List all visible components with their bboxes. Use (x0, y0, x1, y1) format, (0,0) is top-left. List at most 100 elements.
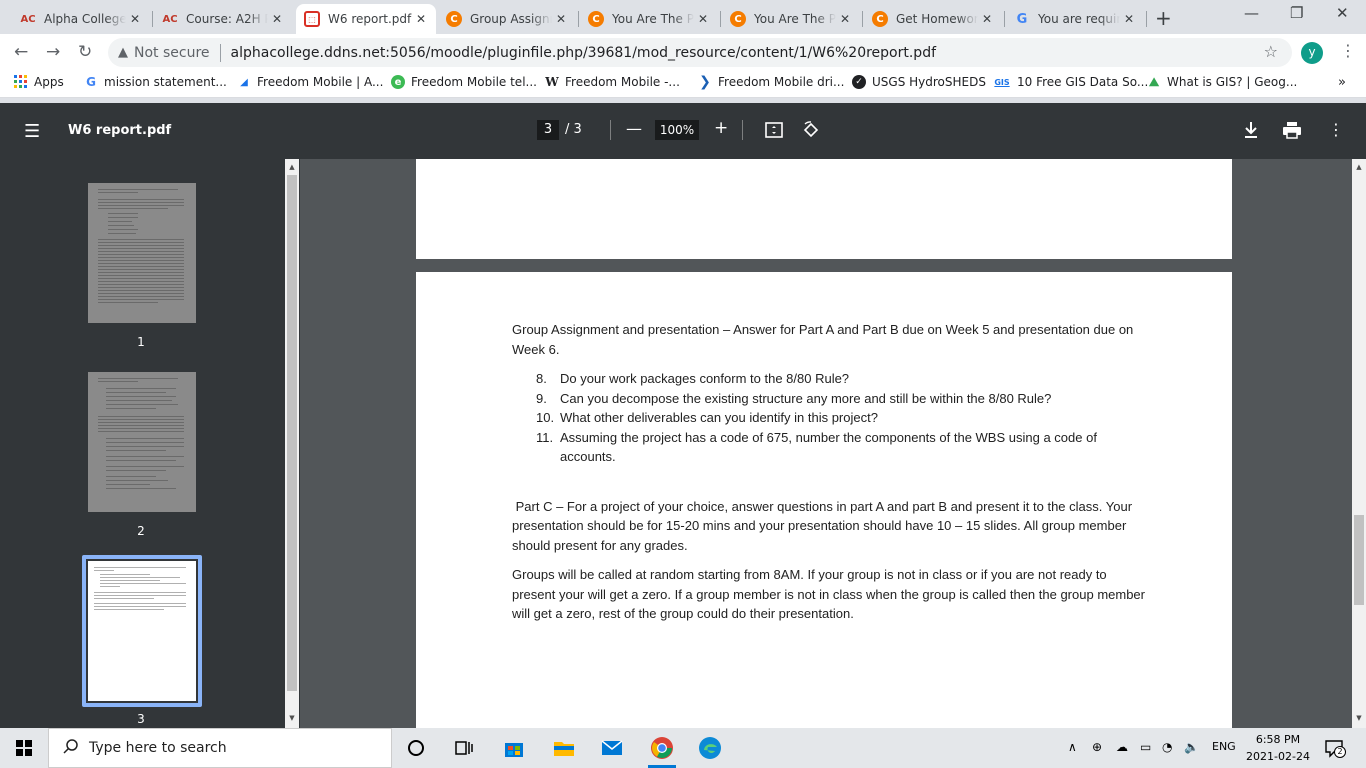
warning-icon[interactable]: ▲ (118, 45, 128, 60)
battery-icon[interactable]: ▭ (1140, 740, 1151, 754)
back-icon[interactable]: ← (14, 42, 28, 62)
reload-icon[interactable]: ↻ (78, 42, 92, 62)
sidebar-scrollbar[interactable]: ▲ ▼ (285, 159, 299, 728)
page-thumbnail[interactable] (88, 183, 196, 323)
tab-get-homework[interactable]: C Get Homework ✕ (864, 4, 1002, 34)
scroll-down-icon[interactable]: ▼ (287, 714, 297, 722)
language-indicator[interactable]: ENG (1212, 740, 1236, 753)
tab-title: Course: A2H Pr (186, 12, 268, 26)
bookmark-freedom-mobile-dri[interactable]: ❯ Freedom Mobile dri... (698, 74, 845, 90)
fit-to-page-icon[interactable] (764, 120, 784, 140)
tab-you-are-required[interactable]: G You are require ✕ (1006, 4, 1144, 34)
tab-course[interactable]: AC Course: A2H Pr ✕ (154, 4, 292, 34)
new-tab-button[interactable]: + (1155, 6, 1172, 30)
bookmark-freedom-mobile-tel[interactable]: e Freedom Mobile tel... (391, 75, 537, 89)
store-icon[interactable] (502, 736, 526, 760)
thumbnail-page-3[interactable] (88, 561, 196, 701)
bookmark-label: USGS HydroSHEDS (872, 75, 986, 89)
close-tab-icon[interactable]: ✕ (694, 12, 712, 26)
tab-title: Get Homework (896, 12, 978, 26)
restore-icon[interactable]: ❐ (1290, 4, 1303, 22)
clock[interactable]: 6:58 PM 2021-02-24 (1246, 731, 1310, 765)
close-tab-icon[interactable]: ✕ (836, 12, 854, 26)
wifi-icon[interactable]: ◔ (1162, 740, 1172, 754)
chrome-icon[interactable] (650, 736, 674, 760)
close-tab-icon[interactable]: ✕ (1120, 12, 1138, 26)
windows-start-icon[interactable] (16, 740, 32, 756)
sidebar-scroll-thumb[interactable] (287, 175, 297, 691)
forward-icon[interactable]: → (46, 42, 60, 62)
mail-icon[interactable] (600, 736, 624, 760)
tab-w6-report[interactable]: ⬚ W6 report.pdf ✕ (296, 4, 436, 34)
hamburger-menu-icon[interactable]: ☰ (24, 121, 40, 142)
groups-paragraph: Groups will be called at random starting… (512, 567, 1145, 621)
file-explorer-icon[interactable] (552, 736, 576, 760)
thumbnail-page-2[interactable] (88, 372, 196, 512)
bookmark-what-is-gis[interactable]: ⛰ What is GIS? | Geog... (1147, 75, 1297, 90)
page-thumbnail[interactable] (88, 372, 196, 512)
bookmark-freedom-mobile-w[interactable]: W Freedom Mobile -... (545, 75, 680, 89)
assignment-heading: Group Assignment and presentation – Answ… (512, 322, 1134, 357)
edge-icon[interactable] (698, 736, 722, 760)
pdf-viewer[interactable]: Group Assignment and presentation – Answ… (300, 159, 1352, 728)
scroll-down-icon[interactable]: ▼ (1354, 714, 1364, 722)
zoom-out-icon[interactable]: — (626, 119, 642, 138)
close-tab-icon[interactable]: ✕ (126, 12, 144, 26)
volume-icon[interactable]: 🔈 (1184, 740, 1199, 754)
bookmarks-overflow-button[interactable]: » (1338, 75, 1346, 90)
show-hidden-icons-chevron-icon[interactable]: ∧ (1068, 740, 1077, 754)
taskbar-search-box[interactable]: Type here to search (48, 728, 392, 768)
url-text[interactable]: alphacollege.ddns.net:5056/moodle/plugin… (231, 45, 936, 61)
item-text: Can you decompose the existing structure… (560, 390, 1052, 406)
download-icon[interactable] (1242, 120, 1260, 140)
cortana-icon[interactable] (404, 736, 428, 760)
zoom-level-input[interactable]: 100% (655, 120, 699, 140)
profile-avatar[interactable]: y (1301, 42, 1323, 64)
viewer-scrollbar[interactable]: ▲ ▼ (1352, 159, 1366, 728)
close-tab-icon[interactable]: ✕ (552, 12, 570, 26)
page-number-input[interactable]: 3 (537, 120, 559, 140)
close-tab-icon[interactable]: ✕ (412, 12, 430, 26)
close-window-icon[interactable]: ✕ (1336, 4, 1349, 22)
rotate-icon[interactable] (801, 120, 821, 140)
tab-group-assignment[interactable]: C Group Assignm ✕ (438, 4, 576, 34)
bookmark-mission-statement[interactable]: G mission statement... (84, 75, 227, 89)
bookmark-freedom-mobile-a[interactable]: ◢ Freedom Mobile | A... (237, 75, 383, 89)
scroll-up-icon[interactable]: ▲ (1354, 163, 1364, 171)
minimize-icon[interactable]: — (1244, 4, 1259, 22)
thumbnail-sidebar: 1 2 3 ▲ ▼ (0, 159, 300, 728)
scroll-up-icon[interactable]: ▲ (287, 163, 297, 171)
bookmark-label: Freedom Mobile | A... (257, 75, 384, 89)
task-view-icon[interactable] (452, 736, 476, 760)
security-label[interactable]: Not secure (134, 45, 210, 61)
bookmark-label: Freedom Mobile dri... (718, 75, 845, 89)
tab-alpha-college[interactable]: AC Alpha College ✕ (12, 4, 150, 34)
tab-title: You Are The Pr (754, 12, 836, 26)
bookmark-usgs-hydrosheds[interactable]: ✓ USGS HydroSHEDS (852, 75, 986, 89)
tab-you-are-the-pr-1[interactable]: C You Are The Pr ✕ (580, 4, 718, 34)
pdf-icon: ⬚ (304, 11, 320, 27)
close-tab-icon[interactable]: ✕ (978, 12, 996, 26)
browser-menu-icon[interactable]: ⋮ (1340, 41, 1356, 60)
bookmark-gis-data[interactable]: GIS 10 Free GIS Data So... (993, 75, 1148, 89)
bookmark-apps[interactable]: Apps (14, 75, 64, 89)
close-tab-icon[interactable]: ✕ (268, 12, 286, 26)
zoom-in-icon[interactable]: + (714, 118, 728, 138)
print-icon[interactable] (1282, 121, 1302, 139)
tab-you-are-the-pr-2[interactable]: C You Are The Pr ✕ (722, 4, 860, 34)
tab-title: Alpha College (44, 12, 126, 26)
alpha-college-icon: AC (20, 13, 36, 25)
bookmarks-bar: Apps G mission statement... ◢ Freedom Mo… (0, 70, 1366, 98)
pdf-page-2 (416, 159, 1232, 259)
thumbnail-page-1[interactable] (88, 183, 196, 323)
onedrive-icon[interactable]: ☁ (1116, 740, 1128, 754)
bookmark-star-icon[interactable]: ☆ (1264, 42, 1278, 61)
page-thumbnail[interactable] (88, 561, 196, 701)
notification-icon[interactable]: 2 (1324, 738, 1346, 758)
address-bar[interactable]: ▲ Not secure alphacollege.ddns.net:5056/… (108, 38, 1292, 67)
google-icon: G (86, 75, 96, 89)
security-tray-icon[interactable]: ⊕ (1092, 740, 1102, 754)
pdf-more-options-icon[interactable]: ⋮ (1328, 120, 1344, 139)
viewer-scroll-thumb[interactable] (1354, 515, 1364, 605)
item-number: 8. (536, 371, 547, 386)
